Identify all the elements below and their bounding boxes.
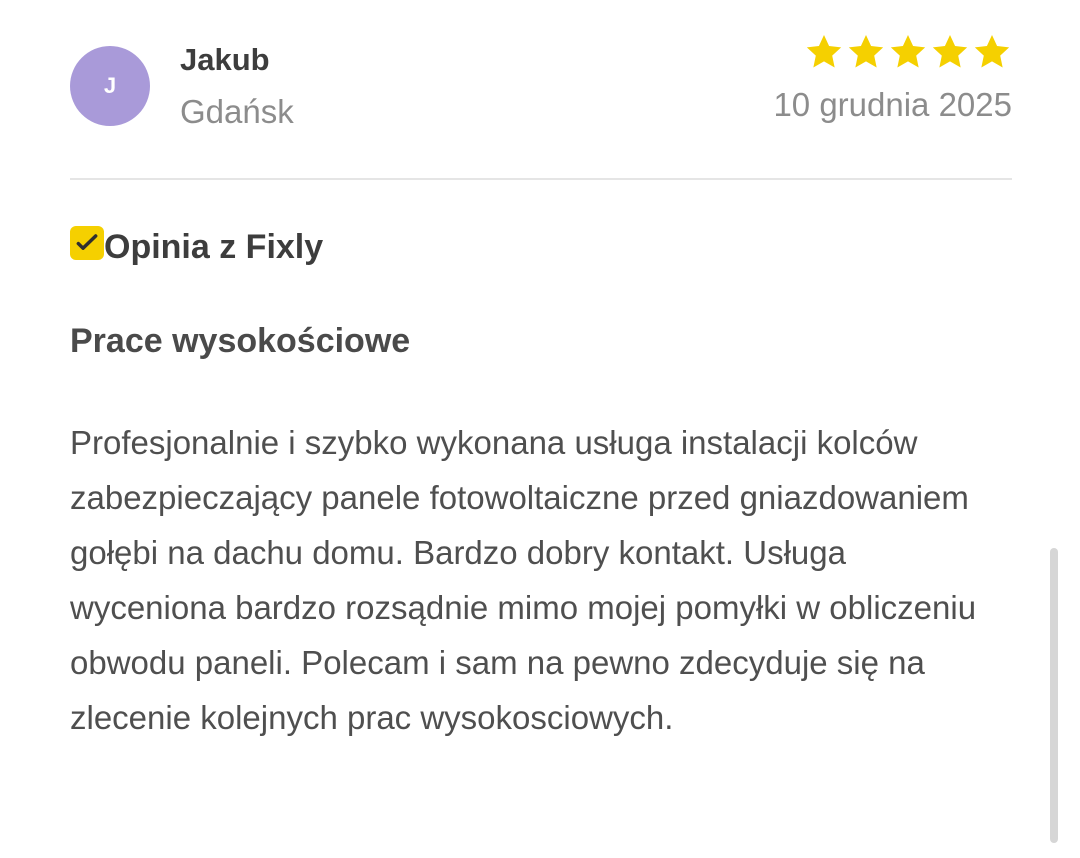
star-icon <box>932 35 968 68</box>
checkmark-icon <box>70 226 104 260</box>
star-icon <box>806 35 842 68</box>
service-title: Prace wysokościowe <box>70 322 411 360</box>
review-date: 10 grudnia 2025 <box>773 86 1012 123</box>
star-icon <box>890 35 926 68</box>
rating-stars <box>804 32 1012 72</box>
review-card: J Jakub Gdańsk 10 grudnia 2025 Opinia z … <box>0 0 1080 858</box>
divider <box>70 178 1012 180</box>
source-label: Opinia z Fixly <box>104 227 324 266</box>
author-city: Gdańsk <box>180 93 294 130</box>
scrollbar[interactable] <box>1050 548 1058 843</box>
author-name: Jakub <box>180 42 270 77</box>
star-icon <box>974 35 1010 68</box>
review-source: Opinia z Fixly <box>70 224 323 270</box>
review-text: Profesjonalnie i szybko wykonana usługa … <box>70 424 977 736</box>
checkmark-icon-glyph <box>76 234 98 250</box>
avatar: J <box>70 46 150 126</box>
avatar-initial: J <box>103 73 117 98</box>
star-icon <box>848 35 884 68</box>
